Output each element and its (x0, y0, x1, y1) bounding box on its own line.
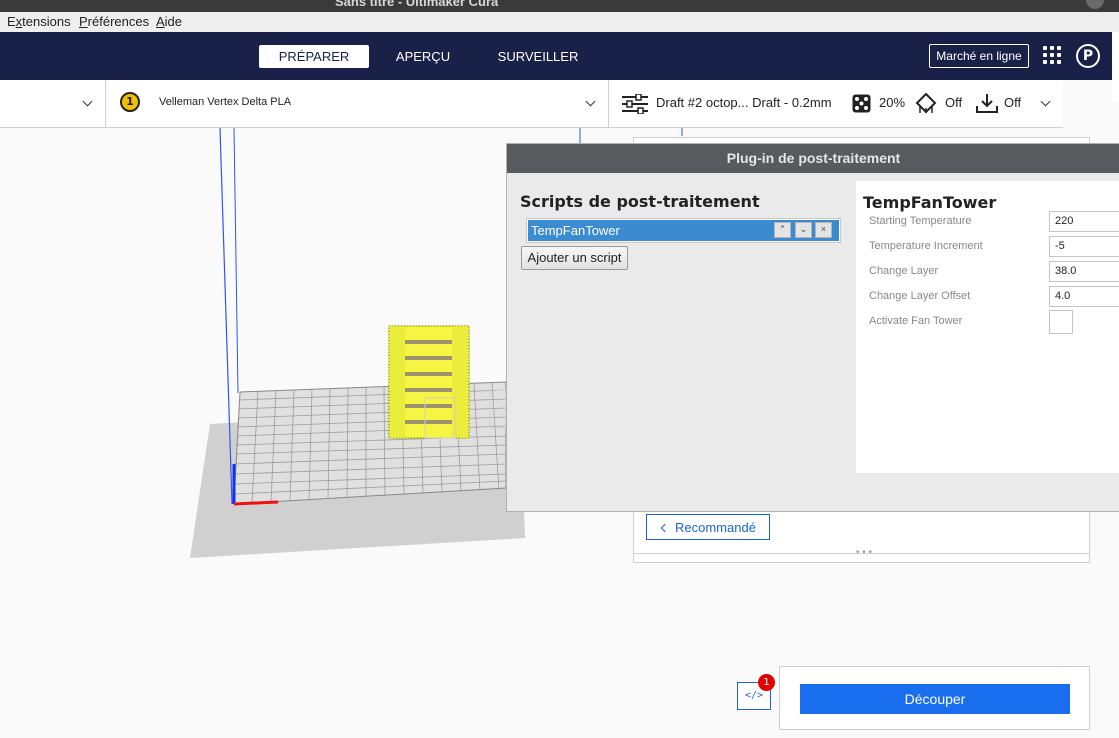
chevron-down-icon (585, 96, 596, 107)
script-list: TempFanTower ⌃ ⌄ × (526, 218, 841, 243)
support-icon (915, 93, 937, 114)
chevron-left-icon (660, 523, 670, 533)
print-settings-selector[interactable]: Draft #2 octop... Draft - 0.2mm 20% Off … (609, 80, 1063, 127)
window-edge (1112, 32, 1119, 102)
window-close-icon[interactable] (1086, 0, 1104, 9)
menu-preferences[interactable]: Préférences (79, 14, 149, 29)
x-axis (233, 500, 279, 506)
sliders-icon (622, 94, 648, 114)
script-name: TempFanTower (531, 223, 620, 238)
recommended-label: Recommandé (675, 520, 756, 535)
chevron-down-icon (1040, 96, 1051, 107)
remove-script-button[interactable]: × (815, 222, 832, 238)
scripts-heading: Scripts de post-traitement (520, 192, 760, 211)
menu-bar: Extensions Préférences Aide (0, 12, 1119, 33)
add-script-button[interactable]: Ajouter un script (521, 246, 628, 270)
menu-extensions[interactable]: Extensions (7, 14, 71, 29)
window-title: Sans titre - Ultimaker Cura (335, 0, 499, 9)
starting-temperature-input[interactable]: 220 (1049, 211, 1119, 232)
setting-label: Change Layer Offset (869, 290, 971, 302)
printer-selector[interactable] (0, 80, 105, 127)
temperature-increment-input[interactable]: -5 (1049, 236, 1119, 257)
extruder-badge: 1 (120, 92, 140, 112)
grip-dots-icon: ••• (855, 548, 874, 558)
dialog-title[interactable]: Plug-in de post-traitement (507, 144, 1119, 173)
setting-label: Activate Fan Tower (869, 315, 963, 327)
material-selector[interactable]: 1 Velleman Vertex Delta PLA (106, 80, 608, 127)
chevron-down-icon (82, 96, 93, 107)
settings-heading: TempFanTower (863, 193, 997, 212)
applications-grid-icon[interactable] (1043, 46, 1061, 64)
adhesion-value: Off (1004, 95, 1022, 110)
adhesion-icon (976, 94, 998, 113)
move-down-button[interactable]: ⌄ (795, 222, 812, 238)
move-up-button[interactable]: ⌃ (774, 222, 791, 238)
stage-bar: PRÉPARER APERÇU SURVEILLER Marché en lig… (0, 32, 1112, 80)
marketplace-button[interactable]: Marché en ligne (929, 44, 1029, 68)
infill-value: 20% (879, 95, 906, 110)
change-layer-offset-input[interactable]: 4.0 (1049, 286, 1119, 307)
tab-preview[interactable]: APERÇU (383, 45, 463, 68)
material-label: Velleman Vertex Delta PLA (159, 96, 292, 108)
recommended-button[interactable]: Recommandé (646, 514, 770, 540)
script-list-item[interactable]: TempFanTower ⌃ ⌄ × (528, 220, 839, 241)
temp-tower-model[interactable] (388, 325, 470, 439)
script-settings-panel: TempFanTower Starting Temperature 220 Te… (856, 181, 1119, 473)
setting-label: Temperature Increment (869, 240, 983, 252)
profile-label: Draft #2 octop... Draft - 0.2mm (656, 95, 832, 110)
window-titlebar: Sans titre - Ultimaker Cura (0, 0, 1119, 12)
setting-label: Starting Temperature (869, 215, 972, 227)
infill-icon (852, 94, 871, 113)
notification-badge: 1 (758, 674, 775, 691)
support-value: Off (945, 95, 963, 110)
slice-button[interactable]: Découper (800, 684, 1070, 714)
change-layer-input[interactable]: 38.0 (1049, 261, 1119, 282)
build-volume-edge (233, 128, 239, 394)
account-avatar[interactable]: P (1076, 44, 1100, 68)
printer-setup-bar: 1 Velleman Vertex Delta PLA Draft #2 oct… (0, 80, 1063, 128)
slice-panel: Découper (779, 666, 1090, 730)
setting-label: Change Layer (869, 265, 939, 277)
activate-fan-tower-checkbox[interactable] (1049, 310, 1073, 334)
menu-help[interactable]: Aide (156, 14, 182, 29)
post-processing-dialog: Plug-in de post-traitement Scripts de po… (506, 143, 1119, 512)
panel-resize-handle[interactable]: ••• (633, 548, 1090, 562)
tab-prepare[interactable]: PRÉPARER (259, 45, 369, 68)
tab-monitor[interactable]: SURVEILLER (488, 45, 588, 68)
